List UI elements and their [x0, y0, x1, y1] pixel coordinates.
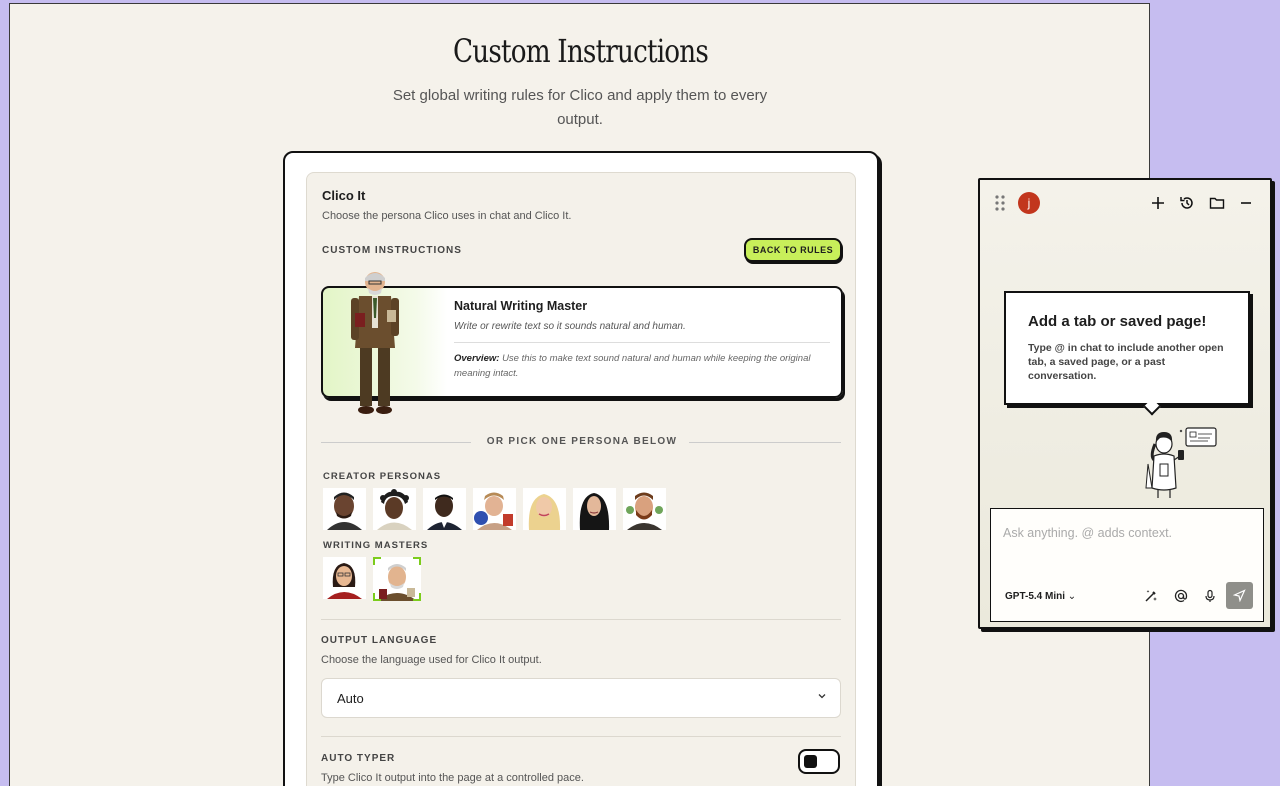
- user-avatar[interactable]: j: [1018, 192, 1040, 214]
- selection-corner: [413, 593, 421, 601]
- pick-persona-heading: OR PICK ONE PERSONA BELOW: [486, 436, 678, 447]
- send-button[interactable]: [1226, 582, 1253, 609]
- send-icon: [1233, 589, 1246, 602]
- drag-handle-icon[interactable]: [994, 194, 1006, 212]
- at-mention-icon[interactable]: [1170, 585, 1192, 607]
- model-selector[interactable]: GPT-5.4 Mini ⌄: [1005, 591, 1076, 602]
- overview-label: Overview:: [454, 353, 500, 364]
- chat-input-placeholder[interactable]: Ask anything. @ adds context.: [1003, 526, 1172, 540]
- creator-avatar-7[interactable]: [623, 488, 666, 530]
- page-title: Custom Instructions: [453, 32, 709, 70]
- writing-master-avatar-2-selected[interactable]: [373, 557, 421, 601]
- output-language-select[interactable]: Auto: [321, 678, 841, 718]
- magic-wand-icon[interactable]: [1140, 585, 1162, 607]
- toggle-knob: [804, 755, 817, 768]
- selection-corner: [413, 557, 421, 565]
- output-language-value: Auto: [337, 691, 364, 706]
- creator-avatar-4[interactable]: [473, 488, 516, 530]
- auto-typer-description: Type Clico It output into the page at a …: [321, 772, 584, 784]
- creator-avatar-2[interactable]: [373, 488, 416, 530]
- chat-composer[interactable]: Ask anything. @ adds context. GPT-5.4 Mi…: [990, 508, 1264, 622]
- auto-typer-toggle[interactable]: [798, 749, 840, 774]
- divider: [454, 342, 830, 343]
- custom-instructions-label: CUSTOM INSTRUCTIONS: [322, 245, 462, 256]
- chat-side-panel: j Add a tab or saved page! Type @ in cha…: [978, 178, 1272, 629]
- tip-body: Type @ in chat to include another open t…: [1028, 342, 1224, 382]
- section-title: Clico It: [322, 188, 366, 203]
- plus-icon[interactable]: [1147, 192, 1169, 214]
- chevron-down-icon: [816, 690, 828, 705]
- writing-master-avatar-1[interactable]: [323, 557, 366, 599]
- page-subtitle: Set global writing rules for Clico and a…: [392, 87, 768, 128]
- overview-text: Use this to make text sound natural and …: [454, 353, 811, 379]
- writing-masters-label: WRITING MASTERS: [323, 540, 429, 551]
- creator-personas-label: CREATOR PERSONAS: [323, 471, 442, 482]
- output-language-description: Choose the language used for Clico It ou…: [321, 654, 542, 666]
- persona-name: Natural Writing Master: [454, 299, 588, 313]
- output-language-label: OUTPUT LANGUAGE: [321, 635, 438, 646]
- folder-icon[interactable]: [1206, 192, 1228, 214]
- minimize-icon[interactable]: [1235, 192, 1257, 214]
- microphone-icon[interactable]: [1199, 585, 1221, 607]
- selection-corner: [373, 557, 381, 565]
- history-icon[interactable]: [1176, 192, 1198, 214]
- tip-title: Add a tab or saved page!: [1028, 313, 1207, 330]
- divider: [321, 619, 841, 620]
- persona-illustration: [351, 272, 399, 414]
- creator-avatar-6[interactable]: [573, 488, 616, 530]
- auto-typer-label: AUTO TYPER: [321, 753, 396, 764]
- creator-avatar-1[interactable]: [323, 488, 366, 530]
- divider-right: [689, 442, 841, 443]
- divider-left: [321, 442, 471, 443]
- settings-card-inner: Clico It Choose the persona Clico uses i…: [306, 172, 856, 786]
- chevron-down-icon: ⌄: [1067, 591, 1077, 602]
- selection-corner: [373, 593, 381, 601]
- creator-avatar-5[interactable]: [523, 488, 566, 530]
- section-description: Choose the persona Clico uses in chat an…: [322, 210, 572, 222]
- divider: [321, 736, 841, 737]
- creator-avatar-3[interactable]: [423, 488, 466, 530]
- model-name: GPT-5.4 Mini: [1005, 591, 1066, 602]
- persona-overview: Overview: Use this to make text sound na…: [454, 351, 834, 381]
- back-to-rules-button[interactable]: BACK TO RULES: [744, 238, 842, 262]
- girl-with-phone-illustration: [1145, 427, 1217, 498]
- settings-card: Clico It Choose the persona Clico uses i…: [283, 151, 879, 786]
- persona-tagline: Write or rewrite text so it sounds natur…: [454, 321, 686, 332]
- tip-card: Add a tab or saved page! Type @ in chat …: [1004, 291, 1250, 405]
